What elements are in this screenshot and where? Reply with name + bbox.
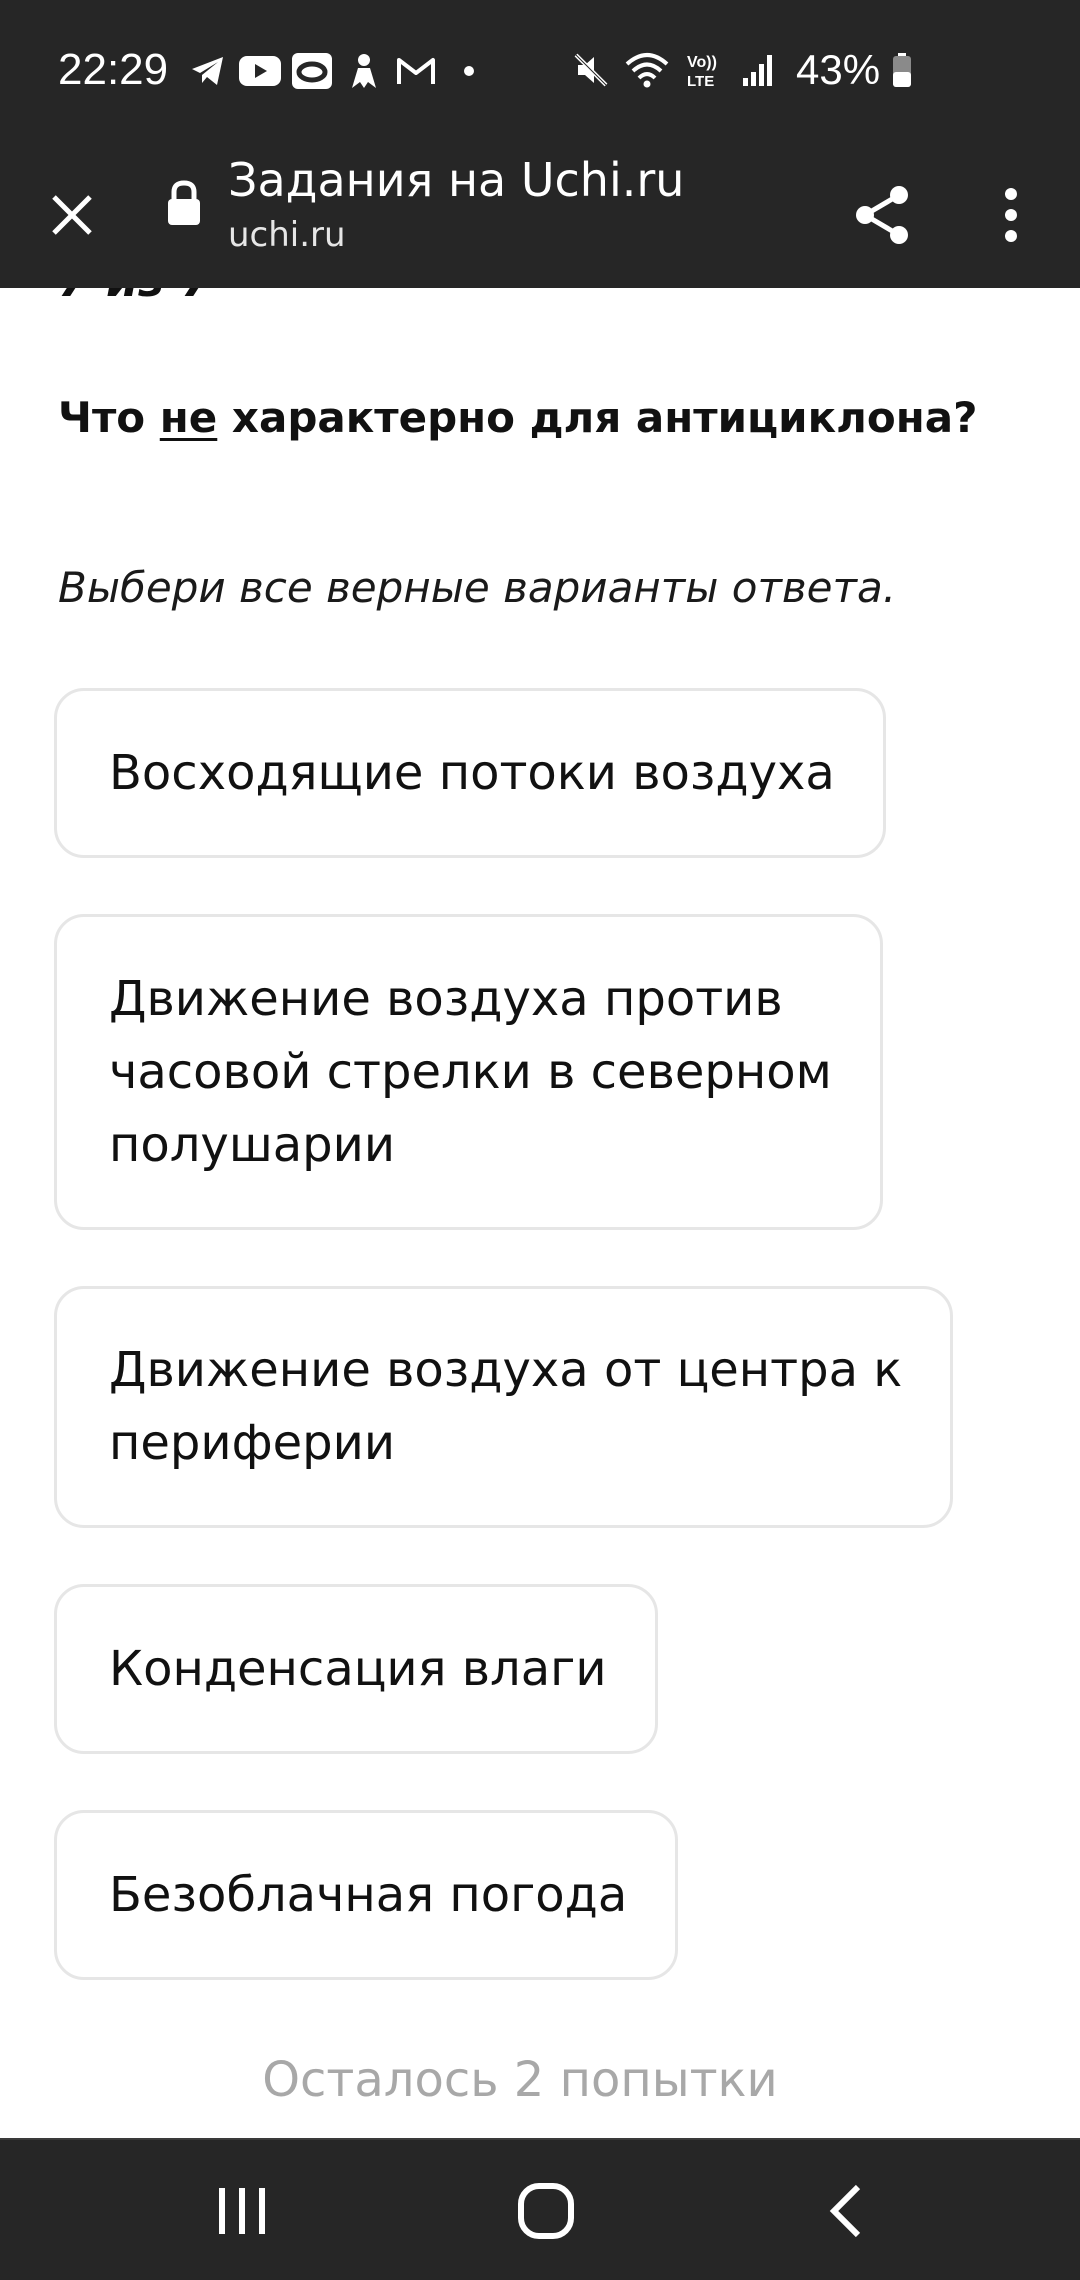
more-vert-icon	[1005, 188, 1017, 242]
task-content: 7 из 7 Что не характерно для антициклона…	[0, 288, 1080, 2138]
back-icon	[829, 2184, 861, 2238]
battery-percent: 43%	[796, 46, 881, 93]
page-url[interactable]: uchi.ru	[228, 212, 346, 258]
close-icon	[52, 195, 92, 235]
share-icon	[856, 186, 908, 244]
answer-option-label-line3: полушарии	[109, 1116, 396, 1173]
answer-option-label: Безоблачная погода	[109, 1866, 628, 1923]
answer-option-4[interactable]: Конденсация влаги	[54, 1584, 658, 1754]
answer-option-5[interactable]: Безоблачная погода	[54, 1810, 679, 1980]
status-bar: 22:29 Vo)) LTE 43%	[0, 0, 1080, 142]
gmail-icon	[394, 49, 438, 93]
answer-option-1[interactable]: Восходящие потоки воздуха	[54, 688, 886, 858]
youtube-icon	[238, 49, 282, 93]
status-time: 22:29	[58, 45, 169, 94]
question-part-2: характерно для антициклона?	[217, 393, 978, 442]
answer-option-label-line1: Движение воздуха против	[109, 970, 783, 1027]
recent-apps-icon	[219, 2188, 265, 2234]
notification-dot-icon	[464, 66, 474, 76]
home-button[interactable]	[486, 2166, 606, 2256]
question-underlined: не	[159, 393, 218, 442]
app-icon	[290, 49, 334, 93]
system-icons: Vo)) LTE 43%	[568, 44, 914, 96]
browser-toolbar: Задания на Uchi.ru uchi.ru	[0, 142, 1080, 288]
more-options-button[interactable]	[984, 170, 1038, 260]
answer-option-label-line2: часовой стрелки в северном	[109, 1043, 832, 1100]
svg-text:Vo)): Vo))	[687, 54, 717, 71]
battery-icon	[890, 47, 914, 93]
volte-icon: Vo)) LTE	[680, 47, 726, 93]
answer-option-label: Восходящие потоки воздуха	[109, 744, 835, 801]
wifi-icon	[624, 47, 670, 93]
mute-icon	[568, 47, 614, 93]
lock-icon[interactable]	[166, 180, 206, 230]
task-counter: 7 из 7	[58, 288, 213, 320]
answer-option-label-line1: Движение воздуха от центра к	[109, 1342, 903, 1398]
assistant-icon	[342, 49, 386, 93]
close-button[interactable]	[36, 172, 108, 258]
question-text: Что не характерно для антициклона?	[58, 388, 977, 448]
svg-text:LTE: LTE	[687, 73, 714, 90]
home-icon	[518, 2183, 574, 2239]
telegram-icon	[186, 49, 230, 93]
attempts-remaining: Осталось 2 попытки	[262, 2052, 778, 2108]
back-button[interactable]	[786, 2166, 906, 2256]
signal-icon	[736, 47, 782, 93]
system-navigation-bar	[0, 2138, 1080, 2280]
answer-option-2[interactable]: Движение воздуха против часовой стрелки …	[54, 914, 883, 1230]
recent-apps-button[interactable]	[182, 2166, 302, 2256]
share-button[interactable]	[850, 170, 914, 260]
answer-option-label: Конденсация влаги	[109, 1640, 607, 1697]
question-part-1: Что	[58, 393, 160, 442]
instruction-text: Выбери все верные варианты ответа.	[58, 563, 897, 612]
answer-option-label-line2: периферии	[109, 1415, 396, 1471]
page-title[interactable]: Задания на Uchi.ru	[228, 148, 684, 212]
answer-option-3[interactable]: Движение воздуха от центра к периферии	[54, 1286, 954, 1528]
notification-icons	[186, 48, 474, 94]
